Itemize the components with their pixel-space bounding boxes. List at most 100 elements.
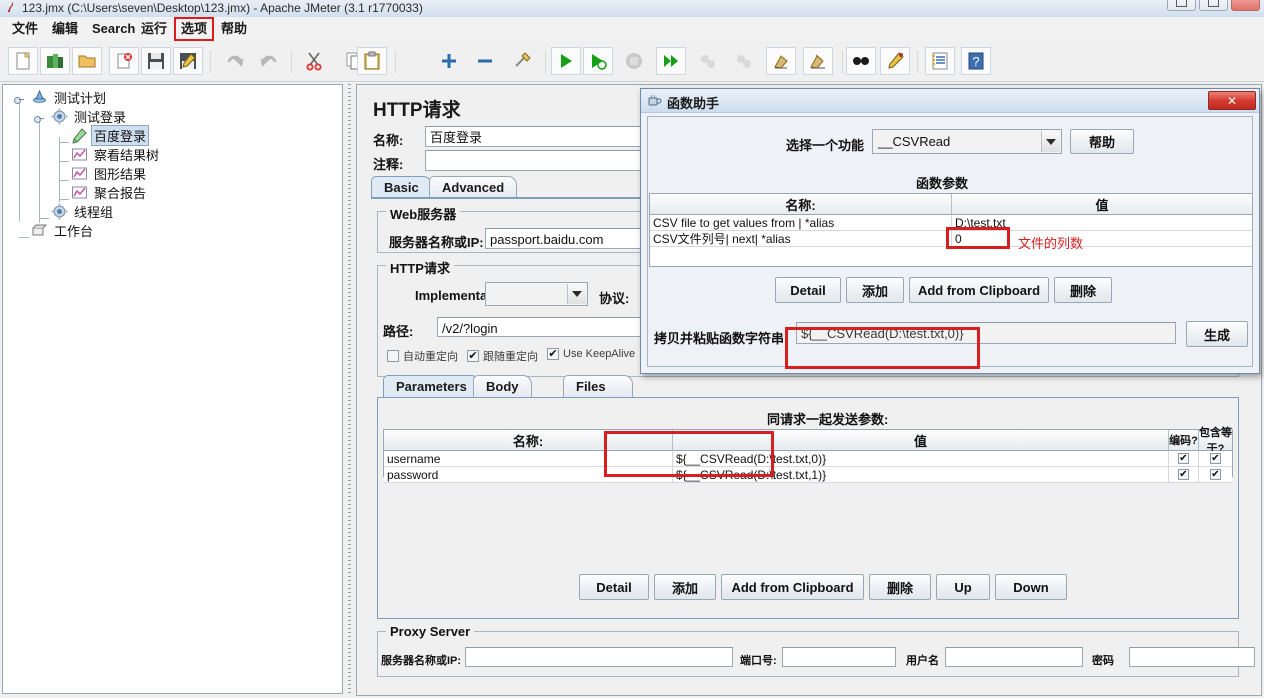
tab-parameters[interactable]: Parameters [383, 375, 480, 397]
param-value-cell[interactable]: ${__CSVRead(D:\test.txt,0)} [673, 451, 1169, 467]
save-icon[interactable] [141, 47, 171, 75]
templates-icon[interactable] [40, 47, 70, 75]
menu-item-edit[interactable]: 编辑 [48, 20, 82, 38]
tree-node-graph-results[interactable]: 图形结果 [71, 164, 149, 183]
detail-button-dialog[interactable]: Detail [775, 277, 841, 303]
redo-icon[interactable] [255, 47, 285, 75]
proxy-password-input[interactable] [1129, 647, 1255, 667]
detail-button-params[interactable]: Detail [579, 574, 649, 600]
add-from-clipboard-button-dialog[interactable]: Add from Clipboard [909, 277, 1049, 303]
log-viewer-icon[interactable] [925, 47, 955, 75]
delete-button-params[interactable]: 删除 [869, 574, 931, 600]
stop-remote-icon[interactable] [693, 47, 723, 75]
close-icon[interactable] [109, 47, 139, 75]
cut-icon[interactable] [299, 47, 329, 75]
save-as-icon[interactable] [173, 47, 203, 75]
follow-redirect-checkbox[interactable]: ✔ 跟随重定向 [467, 348, 538, 364]
proxy-server-input[interactable] [465, 647, 733, 667]
tab-body-data[interactable]: Body Data [473, 375, 532, 415]
tree-node-thread-group-login[interactable]: 测试登录 [51, 107, 129, 126]
listener-icon [72, 167, 87, 180]
toggle-icon[interactable] [507, 47, 537, 75]
function-select-dropdown[interactable]: __CSVRead [872, 129, 1062, 154]
table-row[interactable]: password ${__CSVRead(D:\test.txt,1)} ✔ ✔ [384, 467, 1232, 483]
tree-node-aggregate-report[interactable]: 聚合报告 [71, 183, 149, 202]
tree-expand-handle-test-plan[interactable] [14, 94, 24, 104]
toolbar-separator [395, 51, 396, 73]
auto-redirect-checkbox[interactable]: 自动重定向 [387, 348, 458, 364]
menu-item-run[interactable]: 运行 [137, 20, 171, 38]
tree-node-thread-group[interactable]: 线程组 [51, 202, 116, 221]
new-icon[interactable] [8, 47, 38, 75]
menu-item-search[interactable]: Search [88, 20, 139, 38]
proxy-user-input[interactable] [945, 647, 1083, 667]
add-button-dialog[interactable]: 添加 [846, 277, 904, 303]
use-keepalive-checkbox[interactable]: ✔ Use KeepAlive [547, 348, 635, 360]
function-params-table[interactable]: 名称: 值 CSV file to get values from | *ali… [649, 193, 1253, 267]
tab-advanced[interactable]: Advanced [429, 176, 518, 198]
param-name-cell[interactable]: password [384, 467, 673, 483]
tree-node-test-plan[interactable]: 测试计划 [31, 88, 109, 107]
table-row[interactable]: CSV file to get values from | *alias D:\… [650, 215, 1252, 231]
params-table[interactable]: 名称: 值 编码? 包含等于? username ${__CSVRead(D:\… [383, 427, 1233, 483]
start-remote-icon[interactable] [656, 47, 686, 75]
menu-item-help[interactable]: 帮助 [217, 20, 251, 38]
delete-button-dialog[interactable]: 删除 [1054, 277, 1112, 303]
tree-node-label: 察看结果树 [94, 148, 160, 163]
add-button-params[interactable]: 添加 [654, 574, 716, 600]
table-row[interactable]: CSV文件列号| next| *alias 0 [650, 231, 1252, 247]
open-icon[interactable] [72, 47, 102, 75]
function-helper-icon[interactable] [880, 47, 910, 75]
stop-icon[interactable] [619, 47, 649, 75]
tree-node-http-sampler-baidu-login[interactable]: 百度登录 [71, 125, 150, 146]
help-button[interactable]: 帮助 [1070, 129, 1134, 154]
param-name-cell[interactable]: username [384, 451, 673, 467]
minimize-button[interactable] [1167, 0, 1196, 11]
proxy-port-input[interactable] [782, 647, 896, 667]
param-include-equals-cell[interactable]: ✔ [1199, 467, 1232, 483]
svg-text:?: ? [972, 54, 979, 69]
fn-param-value-cell[interactable]: 0 [952, 231, 1252, 247]
param-include-equals-cell[interactable]: ✔ [1199, 451, 1232, 467]
tab-files-upload[interactable]: Files Upload [563, 375, 634, 415]
add-from-clipboard-button-params[interactable]: Add from Clipboard [721, 574, 864, 600]
implementation-dropdown[interactable] [485, 282, 588, 306]
function-string-output[interactable]: ${__CSVRead(D:\test.txt,0)} [796, 322, 1176, 344]
clear-icon[interactable] [766, 47, 796, 75]
undo-icon[interactable] [219, 47, 249, 75]
chevron-down-icon[interactable] [567, 284, 586, 304]
generate-button[interactable]: 生成 [1186, 321, 1248, 347]
window-close-button[interactable] [1231, 0, 1260, 11]
param-encode-cell[interactable]: ✔ [1169, 467, 1199, 483]
clear-all-icon[interactable] [803, 47, 833, 75]
param-value-cell[interactable]: ${__CSVRead(D:\test.txt,1)} [673, 467, 1169, 483]
dialog-close-button[interactable]: ✕ [1208, 91, 1256, 110]
tree-expand-handle-thread-group[interactable] [34, 113, 44, 123]
collapse-icon[interactable] [470, 47, 500, 75]
tab-basic[interactable]: Basic [371, 176, 432, 198]
checkbox-label: Use KeepAlive [563, 348, 636, 360]
expand-icon[interactable] [434, 47, 464, 75]
fn-param-name-cell[interactable]: CSV文件列号| next| *alias [650, 231, 952, 247]
up-button-params[interactable]: Up [936, 574, 990, 600]
tree-node-view-results-tree[interactable]: 察看结果树 [71, 145, 162, 164]
start-icon[interactable] [551, 47, 581, 75]
menu-item-file[interactable]: 文件 [8, 20, 42, 38]
shutdown-remote-icon[interactable] [729, 47, 759, 75]
paste-icon[interactable] [357, 47, 387, 75]
search-icon[interactable] [846, 47, 876, 75]
table-row[interactable]: username ${__CSVRead(D:\test.txt,0)} ✔ ✔ [384, 451, 1232, 467]
maximize-button[interactable] [1199, 0, 1228, 11]
fn-param-name-cell[interactable]: CSV file to get values from | *alias [650, 215, 952, 231]
chevron-down-icon[interactable] [1041, 131, 1060, 152]
menu-item-options[interactable]: 选项 [173, 17, 215, 41]
down-button-params[interactable]: Down [995, 574, 1067, 600]
start-no-timers-icon[interactable] [583, 47, 613, 75]
split-pane-divider[interactable] [345, 84, 354, 694]
fn-param-value-cell[interactable]: D:\test.txt [952, 215, 1252, 231]
param-encode-cell[interactable]: ✔ [1169, 451, 1199, 467]
tree-node-workbench[interactable]: 工作台 [31, 221, 96, 240]
java-cup-icon [648, 94, 662, 106]
help-icon[interactable]: ? [961, 47, 991, 75]
test-plan-tree-pane[interactable]: 测试计划 测试登录 百度登录 察看结果树 图形结果 聚合报告 线程组 工作台 [2, 84, 343, 694]
